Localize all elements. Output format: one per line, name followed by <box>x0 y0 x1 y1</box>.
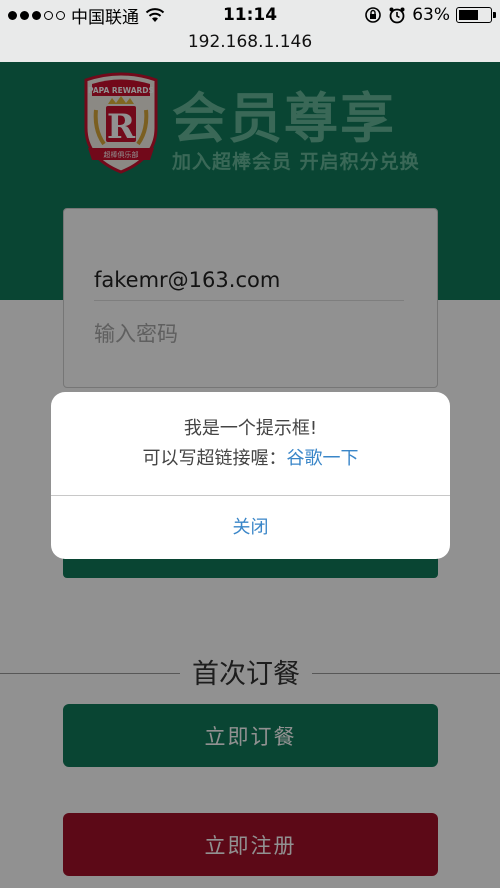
address-bar[interactable]: 192.168.1.146 <box>0 30 500 62</box>
dialog-line-2-prefix: 可以写超链接喔： <box>142 448 287 469</box>
battery-icon <box>456 7 496 23</box>
battery-level <box>459 10 478 20</box>
dialog-message: 我是一个提示框! 可以写超链接喔：谷歌一下 <box>51 414 450 474</box>
google-link[interactable]: 谷歌一下 <box>287 448 359 469</box>
alert-dialog: 我是一个提示框! 可以写超链接喔：谷歌一下 关闭 <box>51 392 450 559</box>
dialog-close-button[interactable]: 关闭 <box>51 496 450 559</box>
clock: 11:14 <box>222 5 278 25</box>
dialog-line-1: 我是一个提示框! <box>183 418 318 439</box>
dialog-line-2: 可以写超链接喔：谷歌一下 <box>51 444 450 474</box>
url-text: 192.168.1.146 <box>187 32 313 52</box>
status-bar: 中国联通 11:14 63% <box>0 0 500 30</box>
